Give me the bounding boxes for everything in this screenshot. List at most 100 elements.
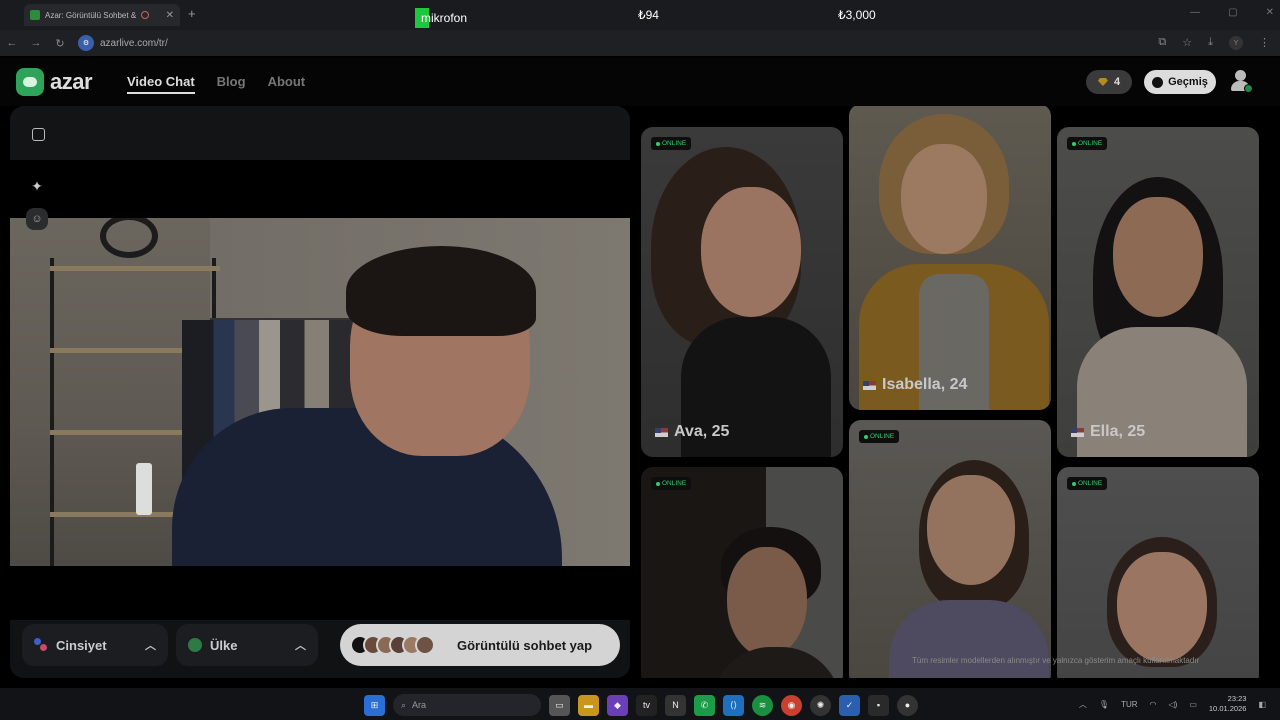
chevron-up-icon: ︿ — [295, 640, 306, 652]
profile-name: Ella, 25 — [1071, 423, 1145, 441]
forward-icon[interactable]: → — [24, 37, 48, 49]
azar-favicon-icon — [30, 10, 40, 20]
download-icon[interactable]: ⤓ — [1208, 36, 1213, 50]
screen-recorder-icon[interactable]: ● — [897, 694, 918, 716]
notifications-icon[interactable]: ◧ — [1258, 700, 1266, 709]
taskbar-clock[interactable]: 23:23 10.01.2026 — [1209, 694, 1247, 714]
battery-icon[interactable]: ▭ — [1189, 700, 1197, 709]
wifi-icon[interactable]: ◠ — [1150, 700, 1157, 709]
profile-name: Ava, 25 — [655, 423, 729, 441]
search-placeholder: Ara — [412, 700, 427, 710]
url-text: azarlive.com/tr/ — [100, 37, 168, 49]
history-button[interactable]: Geçmiş — [1144, 70, 1216, 94]
profile-card[interactable]: Isabella, 24 — [849, 106, 1051, 410]
start-label: Görüntülü sohbet yap — [457, 637, 593, 653]
profile-icon[interactable]: Y — [1229, 36, 1243, 50]
panel-toolbar — [10, 106, 630, 160]
online-badge: ONLINE — [859, 430, 900, 443]
profile-card[interactable]: ONLINE — [849, 420, 1051, 678]
chrome-icon[interactable]: ◉ — [781, 694, 802, 716]
task-view-icon[interactable]: ▭ — [549, 694, 570, 716]
visual-studio-icon[interactable]: ◆ — [607, 694, 628, 716]
profile-card[interactable]: ONLINE — [1057, 467, 1259, 678]
tray-chevron-up-icon[interactable]: ︿ — [1079, 699, 1087, 710]
chatgpt-icon[interactable]: ✺ — [810, 694, 831, 716]
screen: Azar: Görüntülü Sohbet & ✕ + — ▢ ✕ mikro… — [0, 0, 1280, 720]
video-panel: ✦ ☺ Cinsiyet ︿ Ülke ︿ Görüntülü sohbet y… — [10, 106, 630, 678]
new-tab-icon[interactable]: + — [188, 6, 196, 21]
tab-title: Azar: Görüntülü Sohbet & — [45, 10, 137, 20]
window-controls: — ▢ ✕ — [1190, 7, 1274, 18]
price-overlay-1: ₺94 — [638, 8, 659, 22]
maximize-icon[interactable]: ▢ — [1228, 7, 1237, 18]
close-tab-icon[interactable]: ✕ — [166, 10, 174, 21]
profile-name: Isabella, 24 — [863, 376, 967, 394]
search-icon: ⌕ — [401, 699, 407, 710]
profile-card[interactable]: ONLINE Ella, 25 — [1057, 127, 1259, 457]
gender-filter[interactable]: Cinsiyet ︿ — [22, 624, 168, 666]
gender-icon — [34, 638, 48, 652]
minimize-icon[interactable]: — — [1190, 7, 1200, 18]
taskbar-apps: ⊞ ⌕ Ara ▭ ▬ ◆ tv N ✆ ⟨⟩ ≋ ◉ ✺ ✓ ▪ ● — [364, 694, 918, 716]
face-filter-icon[interactable]: ☺ — [26, 208, 48, 230]
whatsapp-icon[interactable]: ✆ — [694, 694, 715, 716]
vscode-icon[interactable]: ⟨⟩ — [723, 694, 744, 716]
azar-logo-icon — [16, 68, 44, 96]
profile-card[interactable]: ONLINE — [641, 467, 843, 678]
gender-label: Cinsiyet — [56, 637, 107, 653]
nav-blog[interactable]: Blog — [217, 74, 246, 94]
local-camera-feed — [10, 218, 630, 566]
gem-icon — [1097, 78, 1108, 86]
browser-tab[interactable]: Azar: Görüntülü Sohbet & ✕ — [24, 4, 180, 26]
cast-icon[interactable]: ⧉ — [1158, 36, 1166, 50]
effects-sparkle-icon[interactable]: ✦ — [25, 174, 49, 198]
back-icon[interactable]: ← — [0, 37, 24, 49]
video-letterbox-bottom — [10, 566, 630, 620]
clock-date: 10.01.2026 — [1208, 704, 1247, 713]
image-disclaimer: Tüm resimler modellerden alınmıştır ve y… — [912, 656, 1200, 665]
windows-start-icon[interactable]: ⊞ — [364, 694, 385, 716]
logo-text: azar — [50, 69, 93, 94]
app-icon[interactable]: ▪ — [868, 694, 889, 716]
site-info-icon[interactable]: ⚙ — [78, 35, 94, 51]
apple-tv-icon[interactable]: tv — [636, 694, 657, 716]
close-window-icon[interactable]: ✕ — [1266, 7, 1274, 18]
country-label: Ülke — [210, 637, 238, 653]
us-flag-icon — [863, 380, 876, 390]
online-badge: ONLINE — [651, 137, 692, 150]
video-letterbox-top — [10, 160, 630, 218]
gem-balance-button[interactable]: 4 — [1086, 70, 1132, 94]
spotify-icon[interactable]: ≋ — [752, 694, 773, 716]
history-label: Geçmiş — [1168, 76, 1208, 88]
start-video-chat-button[interactable]: Görüntülü sohbet yap — [340, 624, 620, 666]
clock-icon — [1152, 76, 1164, 88]
online-badge: ONLINE — [1067, 477, 1108, 490]
notion-icon[interactable]: N — [665, 694, 686, 716]
profile-card[interactable]: ONLINE Ava, 25 — [641, 127, 843, 457]
expand-icon[interactable] — [26, 122, 50, 146]
volume-icon[interactable]: ◁) — [1169, 700, 1178, 709]
bookmark-star-icon[interactable]: ☆ — [1182, 36, 1192, 50]
gem-count: 4 — [1113, 76, 1121, 88]
reload-icon[interactable]: ↻ — [48, 37, 72, 50]
microphone-icon[interactable]: 🎙 — [1099, 700, 1109, 709]
taskbar-search[interactable]: ⌕ Ara — [393, 694, 541, 716]
user-avatar-icon[interactable] — [1230, 70, 1253, 93]
file-explorer-icon[interactable]: ▬ — [578, 694, 599, 716]
azar-logo[interactable]: azar — [16, 68, 93, 96]
nav-video-chat[interactable]: Video Chat — [127, 74, 195, 94]
nav-about[interactable]: About — [268, 74, 306, 94]
menu-icon[interactable]: ⋮ — [1259, 36, 1270, 50]
url-field[interactable]: ⚙ azarlive.com/tr/ — [78, 35, 168, 51]
language-indicator[interactable]: TUR — [1121, 700, 1137, 709]
us-flag-icon — [655, 427, 668, 437]
chat-controls: Cinsiyet ︿ Ülke ︿ Görüntülü sohbet yap — [10, 620, 630, 678]
mic-label: mikrofon — [421, 11, 468, 25]
profile-grid: ONLINE Ava, 25 Isabella, 24 ONLINE Ella,… — [640, 106, 1280, 678]
recording-icon — [141, 11, 150, 19]
us-flag-icon — [1071, 427, 1084, 437]
chevron-up-icon: ︿ — [145, 640, 156, 652]
country-filter[interactable]: Ülke ︿ — [176, 624, 318, 666]
todo-icon[interactable]: ✓ — [839, 694, 860, 716]
user-faces-stack — [350, 635, 435, 655]
